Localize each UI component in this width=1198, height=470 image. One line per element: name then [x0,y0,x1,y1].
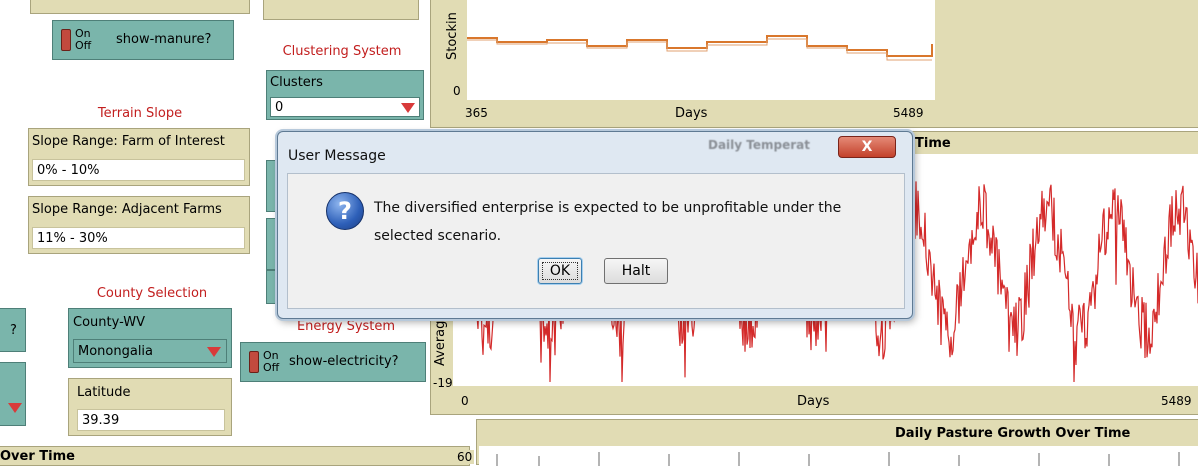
y-axis-label: Stockin [445,12,460,60]
switch-knob-icon [61,29,71,51]
user-message-dialog: User Message Daily Temperat X ? The dive… [277,131,913,319]
energy-heading: Energy System [296,319,396,334]
show-electricity-switch[interactable]: On Off show-electricity? [240,342,426,382]
x-tick-min: 365 [465,106,488,120]
chooser-label: Clusters [270,75,323,90]
monitor-label: Latitude [77,385,131,400]
background-plot-title-blurred: Daily Temperat [708,138,810,152]
top-clipped-panel-left [30,0,250,14]
switch-on-label: On [75,27,91,40]
x-axis-label: Days [797,394,830,409]
clusters-chooser[interactable]: Clusters 0 [266,70,424,120]
slope-farm-monitor: Slope Range: Farm of Interest 0% - 10% [28,128,250,186]
switch-on-label: On [263,349,279,362]
pasture-series [496,452,1180,466]
plot-title: Time [915,136,951,151]
halt-button[interactable]: Halt [604,258,668,284]
plot-canvas [467,0,935,100]
halt-button-label: Halt [621,263,651,279]
ok-button[interactable]: OK [538,258,582,284]
dropdown-arrow-icon [207,347,221,357]
x-tick-max: 5489 [1161,394,1192,408]
switch-knob-icon [249,351,259,373]
dropdown-arrow-icon [401,103,415,113]
monitor-value: 11% - 30% [37,231,108,246]
monitor-label: Slope Range: Farm of Interest [32,134,225,149]
latitude-monitor: Latitude 39.39 [68,378,232,436]
x-tick-min: 0 [461,394,469,408]
clustering-heading: Clustering System [282,44,402,59]
chooser-value: Monongalia [78,344,154,359]
monitor-value: 0% - 10% [37,163,100,178]
monitor-value-box: 11% - 30% [32,227,245,249]
switch-label: show-electricity? [289,354,399,369]
monitor-value-box: 0% - 10% [32,159,245,181]
show-manure-switch[interactable]: On Off show-manure? [52,20,234,60]
y-tick-min: -19 [433,376,453,390]
pasture-plot: Daily Pasture Growth Over Time 60 [455,419,1198,466]
left-clipped-text: ? [10,323,17,338]
y-tick-min: 0 [453,84,461,98]
dialog-title: User Message [288,148,386,164]
switch-off-label: Off [75,39,92,52]
county-heading: County Selection [96,286,208,301]
x-tick-max: 5489 [893,106,924,120]
monitor-value-box: 39.39 [77,409,225,431]
stocking-series [467,35,933,61]
x-axis-label: Days [675,106,708,121]
county-chooser[interactable]: County-WV Monongalia [68,308,232,368]
top-clipped-panel-mid [263,0,419,20]
y-tick-max: 60 [455,450,475,464]
dialog-body: ? The diversified enterprise is expected… [287,173,905,309]
terrain-heading: Terrain Slope [97,106,183,121]
question-icon: ? [326,192,364,230]
dropdown-arrow-icon [8,403,22,413]
ok-button-label: OK [549,263,571,279]
close-button[interactable]: X [838,136,896,158]
plot-canvas [479,446,1198,466]
chooser-value-box[interactable]: 0 [270,97,420,117]
monitor-label: Slope Range: Adjacent Farms [32,202,222,217]
y-axis-label: Averag [433,320,448,366]
monitor-value: 39.39 [82,413,120,428]
left-clipped-chooser[interactable] [0,362,26,426]
chooser-value-box[interactable]: Monongalia [73,339,227,363]
slope-adjacent-monitor: Slope Range: Adjacent Farms 11% - 30% [28,196,250,254]
stocking-plot: Stockin 0 365 Days 5489 [430,0,1198,128]
chooser-label: County-WV [73,315,145,330]
close-icon: X [861,139,873,155]
bottom-left-plot: Over Time [0,446,470,466]
switch-off-label: Off [263,361,280,374]
chooser-value: 0 [275,100,284,115]
plot-title: Over Time [0,449,75,464]
plot-title: Daily Pasture Growth Over Time [895,426,1131,441]
dialog-message: The diversified enterprise is expected t… [374,200,842,244]
left-clipped-widget[interactable]: ? [0,308,26,352]
switch-label: show-manure? [116,32,212,47]
